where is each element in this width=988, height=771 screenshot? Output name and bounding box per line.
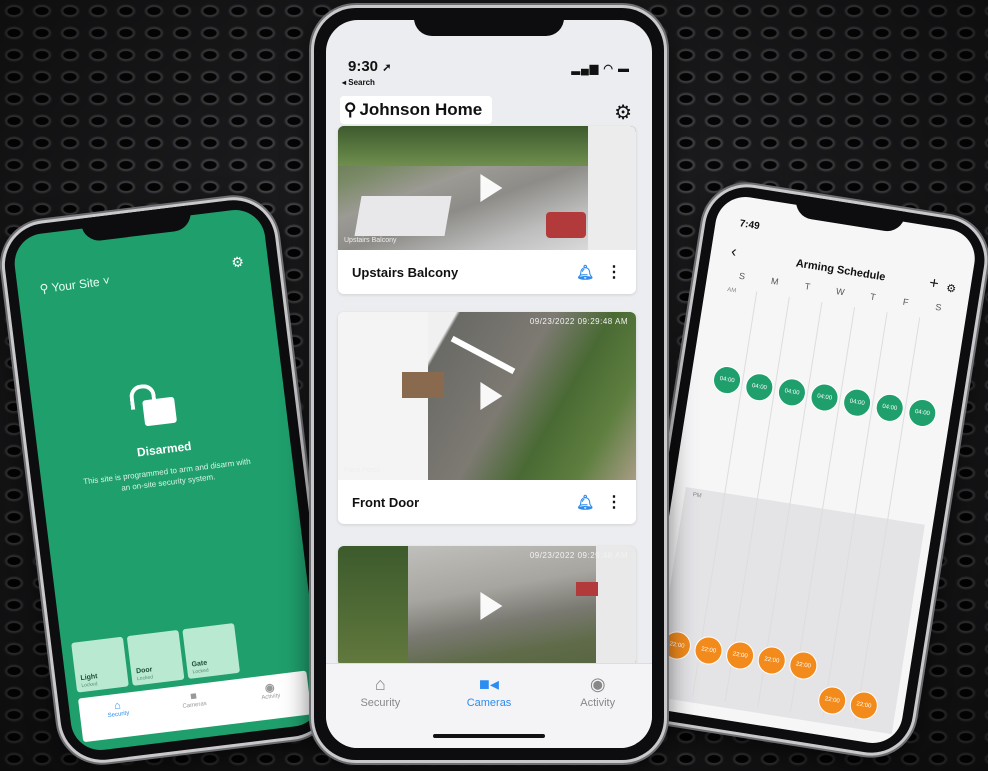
location-pin-icon: ⚲	[38, 281, 50, 297]
tab-cameras[interactable]: ■ Cameras	[154, 680, 235, 733]
tile-sub: Locked	[81, 681, 98, 690]
camera-card: 09/23/2022 09:29:48 AM	[338, 546, 636, 666]
tab-bar: ⌂ Security ■◂ Cameras ◉ Activity	[326, 663, 652, 748]
wifi-icon: ◠	[603, 63, 614, 75]
camera-card: Upstairs Balcony Upstairs Balcony 🔔︎ ⋮	[338, 126, 636, 294]
day-thu: T	[869, 291, 877, 303]
tab-activity[interactable]: ◉ Activity	[230, 671, 311, 724]
tile-sub: Locked	[192, 667, 210, 676]
settings-icon[interactable]: ⚙	[945, 281, 957, 295]
day-mon: M	[770, 275, 780, 287]
arm-time-wed[interactable]: 04:00	[808, 381, 841, 414]
thumbnail-wall	[588, 126, 636, 250]
notch	[414, 8, 564, 36]
day-wed: W	[835, 286, 846, 298]
tab-security[interactable]: ⌂ Security	[78, 689, 159, 742]
video-camera-icon: ■◂	[479, 674, 499, 694]
site-label: Your Site	[50, 274, 101, 295]
tab-activity[interactable]: ◉ Activity	[543, 664, 652, 748]
arm-time-tue[interactable]: 04:00	[775, 376, 808, 409]
camera-stamp: Upstairs Balcony	[344, 237, 397, 244]
cameras-screen: 9:30 ➚ ◂ Search ▂▄▆ ◠ ▬ ⚲ Johnson Home ⚙…	[326, 20, 652, 748]
camera-thumbnail[interactable]: 09/23/2022 09:29:48 AM Front Porch	[338, 312, 636, 480]
day-sun: S	[738, 270, 746, 282]
padlock-body	[142, 396, 178, 427]
gear-icon[interactable]: ⚙	[230, 253, 245, 271]
back-to-search[interactable]: ◂ Search	[342, 78, 375, 87]
day-sat: S	[934, 301, 943, 313]
camera-thumbnail[interactable]: Upstairs Balcony	[338, 126, 636, 250]
camera-name: Upstairs Balcony	[352, 264, 459, 280]
pm-region	[652, 486, 925, 735]
tab-security[interactable]: ⌂ Security	[326, 664, 435, 748]
bell-icon[interactable]: 🔔︎	[576, 494, 594, 511]
battery-icon: ▬	[618, 63, 630, 75]
camera-name: Front Door	[352, 494, 420, 510]
status-icons: ▂▄▆ ◠ ▬	[572, 62, 630, 75]
device-tile-light[interactable]: Light Locked	[71, 636, 129, 693]
site-header[interactable]: ⚲ Johnson Home	[340, 96, 493, 124]
center-phone: 9:30 ➚ ◂ Search ▂▄▆ ◠ ▬ ⚲ Johnson Home ⚙…	[314, 8, 664, 760]
status-time: 9:30 ➚	[348, 58, 392, 75]
tile-sub: Locked	[136, 674, 154, 683]
arm-time-fri[interactable]: 04:00	[873, 391, 906, 424]
camera-timestamp: 09/23/2022 09:29:48 AM	[529, 317, 628, 326]
thumbnail-wall	[596, 546, 636, 666]
camera-thumbnail[interactable]: 09/23/2022 09:29:48 AM	[338, 546, 636, 666]
pm-label: PM	[692, 492, 702, 500]
camera-row: Front Door 🔔︎ ⋮	[338, 480, 636, 524]
arm-time-thu[interactable]: 04:00	[841, 386, 874, 419]
camera-stamp: Front Porch	[344, 467, 381, 474]
day-tue: T	[804, 281, 812, 292]
camera-row: Upstairs Balcony 🔔︎ ⋮	[338, 250, 636, 294]
arm-time-sat[interactable]: 04:00	[906, 397, 939, 430]
thumbnail-flag	[576, 582, 598, 596]
gear-icon[interactable]: ⚙	[614, 100, 632, 125]
play-icon[interactable]	[480, 592, 503, 620]
thumbnail-tree	[338, 546, 408, 666]
thumbnail-doormat	[402, 372, 444, 398]
bell-icon[interactable]: 🔔︎	[576, 264, 594, 281]
play-icon[interactable]	[480, 174, 503, 202]
thumbnail-cushion	[546, 212, 586, 238]
home-indicator	[433, 734, 545, 738]
site-selector[interactable]: ⚲ Your Site ˅	[39, 274, 111, 296]
device-tile-gate[interactable]: Gate Locked	[182, 623, 241, 679]
location-arrow-icon: ➚	[382, 62, 392, 74]
home-icon: ⌂	[374, 674, 386, 694]
location-pin-icon: ⚲	[344, 100, 357, 119]
status-time: 7:49	[738, 218, 761, 233]
thumbnail-chair	[354, 196, 452, 236]
thumbnail-railing	[450, 335, 516, 375]
page-title: Johnson Home	[359, 100, 483, 119]
signal-icon: ▂▄▆	[571, 63, 600, 75]
play-icon[interactable]	[480, 382, 503, 410]
more-options-icon[interactable]: ⋮	[606, 262, 622, 282]
camera-card: 09/23/2022 09:29:48 AM Front Porch Front…	[338, 312, 636, 524]
day-fri: F	[902, 296, 910, 308]
device-tile-door[interactable]: Door Locked	[126, 629, 185, 686]
camera-timestamp: 09/23/2022 09:29:48 AM	[529, 551, 628, 560]
arm-time-mon[interactable]: 04:00	[743, 371, 776, 404]
more-options-icon[interactable]: ⋮	[606, 492, 622, 512]
security-screen: ⚲ Your Site ˅ ⚙ Disarmed This site is pr…	[11, 206, 325, 754]
chevron-down-icon: ˅	[101, 273, 111, 289]
activity-icon: ◉	[589, 674, 606, 694]
arm-time-sun[interactable]: 04:00	[711, 364, 744, 397]
am-label: AM	[726, 287, 737, 295]
